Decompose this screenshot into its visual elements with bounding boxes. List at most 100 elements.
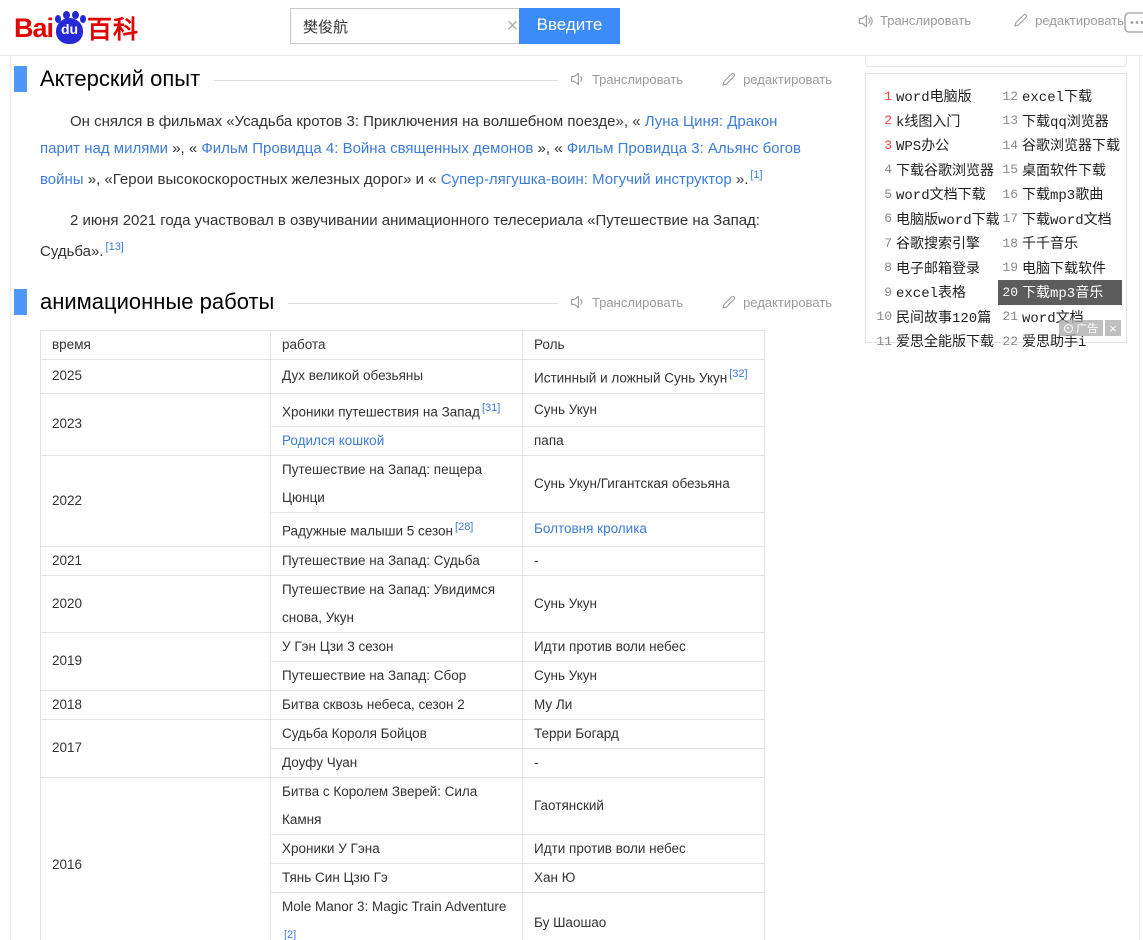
speaker-icon [570, 295, 585, 309]
table-row: 2017 Судьба Короля Бойцов Терри Богард [41, 719, 765, 748]
inline-link[interactable]: Фильм Провидца 4: Война священных демоно… [201, 140, 533, 157]
hot-search-item[interactable]: 17下载word文档 [998, 207, 1122, 232]
hot-search-item[interactable]: 16下载mp3歌曲 [998, 182, 1122, 207]
hot-label: 民间故事120篇 [896, 307, 991, 327]
animation-works-table: время работа Роль 2025 Дух великой обезь… [40, 330, 765, 940]
section-marker-bar [14, 66, 27, 92]
hot-search-item[interactable]: 11 爱思全能版下载 [872, 329, 996, 354]
acting-paragraph: Он снялся в фильмах «Усадьба кротов 3: П… [40, 108, 818, 193]
hot-label: excel表格 [896, 282, 966, 302]
hot-rank: 4 [872, 162, 892, 177]
work-cell: Хроники У Гэна [271, 834, 523, 863]
year-cell: 2020 [41, 575, 271, 632]
hot-rank: 8 [872, 260, 892, 275]
year-cell: 2023 [41, 393, 271, 456]
work-cell: Битва сквозь небеса, сезон 2 [271, 690, 523, 719]
hot-search-item[interactable]: 13下载qq浏览器 [998, 109, 1122, 134]
search-submit-button[interactable]: Введите запись [519, 8, 620, 44]
hot-rank: 21 [998, 309, 1018, 324]
hot-label: word文档下载 [896, 184, 986, 204]
inline-link[interactable]: Супер-лягушка-воин: Могучий инструктор [441, 171, 732, 188]
work-cell: Родился кошкой [271, 427, 523, 456]
reference-link[interactable]: [28] [455, 521, 473, 533]
baike-page: Bai du 百科 × Введите запись Транслировать [0, 0, 1143, 940]
hot-search-item-highlighted[interactable]: 20 下载mp3音乐 [998, 280, 1122, 305]
role-cell: папа [523, 427, 765, 456]
hot-search-item[interactable]: 4下载谷歌浏览器 [872, 158, 996, 183]
logo-baike-text: 百科 [87, 10, 139, 46]
ad-label-text: 广告 [1076, 320, 1098, 336]
speaker-icon [570, 72, 585, 86]
table-header-cell: время [41, 331, 271, 360]
work-cell: Путешествие на Запад: Сбор [271, 661, 523, 690]
hot-search-item[interactable]: 2k线图入门 [872, 109, 996, 134]
table-row: 2023 Хроники путешествия на Запад[31] Су… [41, 393, 765, 427]
hot-search-item[interactable]: 7谷歌搜索引擎 [872, 231, 996, 256]
edit-button[interactable]: редактировать [721, 72, 832, 87]
clear-search-icon[interactable]: × [506, 9, 519, 43]
translate-button[interactable]: Транслировать [570, 72, 683, 87]
hot-search-item[interactable]: 14谷歌浏览器下载 [998, 133, 1122, 158]
hot-label: 桌面软件下载 [1022, 160, 1106, 180]
header-edit-button[interactable]: редактировать [1013, 13, 1124, 28]
search-input[interactable] [291, 10, 506, 42]
hot-search-item[interactable]: 8电子邮箱登录 [872, 256, 996, 281]
hot-search-item[interactable]: 10民间故事120篇 [872, 305, 996, 330]
baidu-baike-logo[interactable]: Bai du 百科 [14, 10, 139, 46]
hot-rank: 1 [872, 89, 892, 104]
work-cell: Радужные малыши 5 сезон[28] [271, 513, 523, 547]
hot-search-item[interactable]: 6电脑版word下载 [872, 207, 996, 232]
work-link[interactable]: Родился кошкой [282, 433, 384, 448]
comment-icon[interactable] [1124, 12, 1143, 41]
hot-search-item[interactable]: 12excel下载 [998, 84, 1122, 109]
hot-label: 电脑版word下载 [896, 209, 1000, 229]
translate-button[interactable]: Транслировать [570, 295, 683, 310]
role-cell: Истинный и ложный Сунь Укун[32] [523, 360, 765, 394]
reference-link[interactable]: [1] [750, 169, 762, 181]
hot-label: WPS办公 [896, 135, 949, 155]
logo-du-text: du [56, 21, 83, 37]
hot-search-item[interactable]: 3WPS办公 [872, 133, 996, 158]
hot-rank: 9 [872, 285, 892, 300]
hot-search-item[interactable]: 1word电脑版 [872, 84, 996, 109]
hot-rank: 11 [872, 334, 892, 349]
section-title-acting: Актерский опыт [40, 66, 200, 92]
reference-link[interactable]: [31] [482, 402, 500, 414]
work-text: Mole Manor 3: Magic Train Adventure [282, 899, 506, 914]
translate-label: Транслировать [592, 295, 683, 310]
hot-label: 谷歌浏览器下载 [1022, 135, 1120, 155]
hot-search-item[interactable]: 19电脑下载软件 [998, 256, 1122, 281]
hot-rank: 20 [998, 285, 1018, 300]
hot-search-item[interactable]: 5 word文档下载 [872, 182, 996, 207]
hot-label: 电脑下载软件 [1022, 258, 1106, 278]
speaker-icon [858, 14, 873, 28]
paragraph-text: », «Герои высокоскоростных железных доро… [84, 171, 441, 188]
reference-link[interactable]: [2] [284, 929, 296, 940]
hot-search-item[interactable]: 18千千音乐 [998, 231, 1122, 256]
hot-rank: 12 [998, 89, 1018, 104]
work-cell: У Гэн Цзи 3 сезон [271, 632, 523, 661]
reference-link[interactable]: [32] [729, 368, 747, 380]
ad-close-button[interactable]: × [1105, 320, 1121, 336]
hot-search-item[interactable]: 9 excel表格 [872, 280, 996, 305]
work-cell: Путешествие на Запад: Судьба [271, 546, 523, 575]
hot-label: 爱思全能版下载 [896, 331, 994, 351]
hot-rank: 17 [998, 211, 1018, 226]
reference-link[interactable]: [13] [106, 241, 124, 253]
paragraph-text: Он снялся в фильмах «Усадьба кротов 3: П… [70, 113, 645, 130]
logo-bai-text: Bai [14, 13, 53, 44]
role-text: Истинный и ложный Сунь Укун [534, 371, 727, 386]
hot-label: 下载mp3音乐 [1022, 282, 1103, 302]
role-link[interactable]: Болтовня кролика [534, 521, 647, 536]
hot-label: 千千音乐 [1022, 233, 1078, 253]
edit-button[interactable]: редактировать [721, 295, 832, 310]
hot-rank: 6 [872, 211, 892, 226]
eye-icon [1064, 324, 1073, 333]
hot-search-item[interactable]: 15桌面软件下载 [998, 158, 1122, 183]
table-row: 2018 Битва сквозь небеса, сезон 2 Му Ли [41, 690, 765, 719]
translate-label: Транслировать [880, 13, 971, 28]
header-translate-button[interactable]: Транслировать [858, 13, 971, 28]
hot-rank: 5 [872, 187, 892, 202]
role-cell: Сунь Укун [523, 393, 765, 427]
section-marker-bar [14, 289, 27, 315]
